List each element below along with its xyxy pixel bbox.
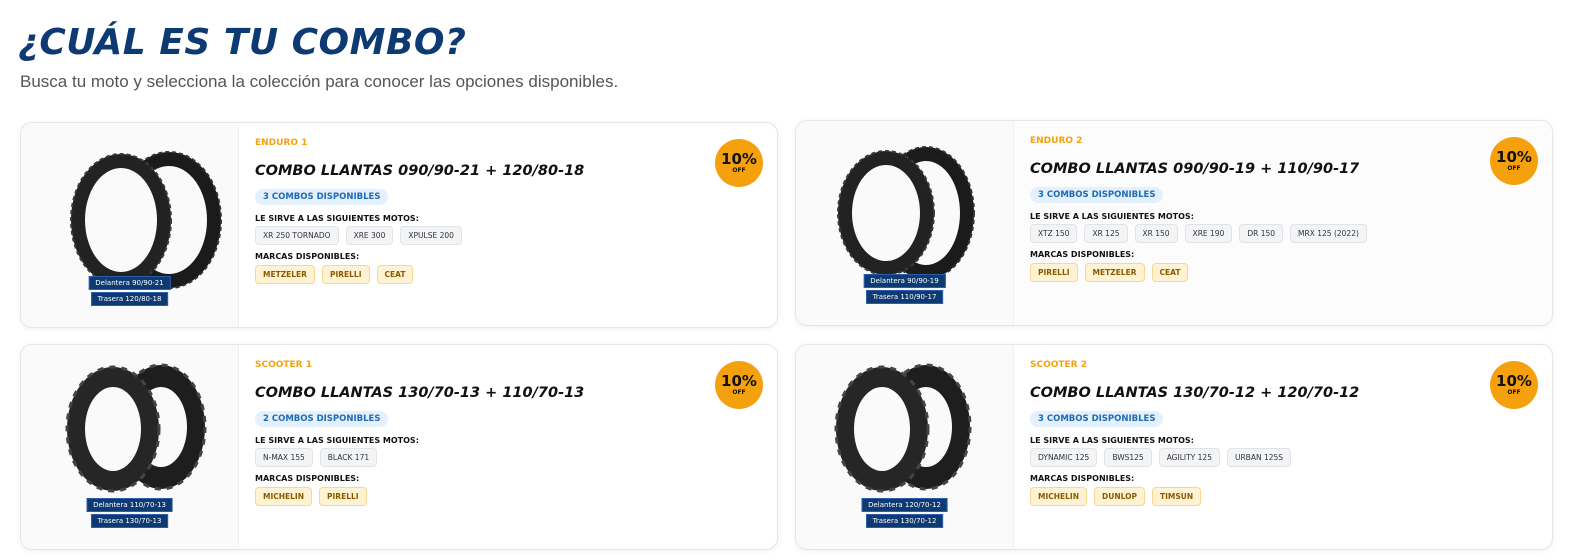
brands-label: MARCAS DISPONIBLES: xyxy=(1030,474,1135,483)
discount-off-label: OFF xyxy=(732,388,746,396)
combo-title[interactable]: COMBO LLANTAS 130/70-13 + 110/70-13 xyxy=(255,385,584,401)
brand-chip: METZELER xyxy=(1084,263,1145,282)
brands-label: MARCAS DISPONIBLES: xyxy=(255,252,360,261)
front-tire-tag: Delantera 110/70-13 xyxy=(86,498,173,512)
collection-label: ENDURO 1 xyxy=(255,138,308,148)
discount-percent: 10% xyxy=(721,149,757,168)
collection-label: SCOOTER 1 xyxy=(255,360,313,370)
front-tire-tag: Delantera 90/90-21 xyxy=(88,276,171,290)
moto-chip: XR 250 TORNADO xyxy=(255,226,339,245)
discount-percent: 10% xyxy=(721,371,757,390)
brand-list: METZELER PIRELLI CEAT xyxy=(255,265,414,284)
discount-badge: 10% OFF xyxy=(715,361,763,409)
rear-tire-tag: Trasera 120/80-18 xyxy=(90,292,169,306)
brand-list: PIRELLI METZELER CEAT xyxy=(1030,263,1189,282)
combo-card-scooter-2[interactable]: Delantera 120/70-12 Trasera 130/70-12 SC… xyxy=(795,344,1553,550)
collection-label: SCOOTER 2 xyxy=(1030,360,1088,370)
moto-chip: XR 150 xyxy=(1134,224,1178,243)
moto-chip: XR 125 xyxy=(1084,224,1128,243)
moto-list: XTZ 150 XR 125 XR 150 XRE 190 DR 150 MRX… xyxy=(1030,224,1367,243)
combo-card-enduro-2[interactable]: Delantera 90/90-19 Trasera 110/90-17 END… xyxy=(795,120,1553,326)
tire-image: Delantera 120/70-12 Trasera 130/70-12 xyxy=(796,345,1014,549)
moto-chip: BWS125 xyxy=(1104,448,1152,467)
available-combos-badge: 3 COMBOS DISPONIBLES xyxy=(1030,187,1164,203)
discount-percent: 10% xyxy=(1496,147,1532,166)
combo-title[interactable]: COMBO LLANTAS 090/90-21 + 120/80-18 xyxy=(255,163,584,179)
moto-list: XR 250 TORNADO XRE 300 XPULSE 200 xyxy=(255,226,462,245)
discount-badge: 10% OFF xyxy=(1490,361,1538,409)
motos-label: LE SIRVE A LAS SIGUIENTES MOTOS: xyxy=(255,436,419,445)
combo-info: SCOOTER 2 COMBO LLANTAS 130/70-12 + 120/… xyxy=(1030,345,1552,549)
collection-label: ENDURO 2 xyxy=(1030,136,1083,146)
discount-off-label: OFF xyxy=(732,166,746,174)
brand-chip: TIMSUN xyxy=(1152,487,1202,506)
brand-chip: PIRELLI xyxy=(319,487,367,506)
brand-list: MICHELIN DUNLOP TIMSUN xyxy=(1030,487,1202,506)
combo-title[interactable]: COMBO LLANTAS 130/70-12 + 120/70-12 xyxy=(1030,385,1359,401)
brand-chip: MICHELIN xyxy=(1030,487,1088,506)
combo-card-scooter-1[interactable]: Delantera 110/70-13 Trasera 130/70-13 SC… xyxy=(20,344,778,550)
front-tire-tag: Delantera 120/70-12 xyxy=(861,498,948,512)
front-tire-tag: Delantera 90/90-19 xyxy=(863,274,946,288)
tire-image: Delantera 110/70-13 Trasera 130/70-13 xyxy=(21,345,239,549)
available-combos-badge: 3 COMBOS DISPONIBLES xyxy=(1030,411,1164,427)
brand-chip: DUNLOP xyxy=(1094,487,1145,506)
brand-chip: CEAT xyxy=(376,265,414,284)
discount-off-label: OFF xyxy=(1507,388,1521,396)
moto-chip: DR 150 xyxy=(1239,224,1284,243)
moto-list: DYNAMIC 125 BWS125 AGILITY 125 URBAN 125… xyxy=(1030,448,1292,467)
page-subtitle: Busca tu moto y selecciona la colección … xyxy=(20,72,619,91)
combo-info: ENDURO 2 COMBO LLANTAS 090/90-19 + 110/9… xyxy=(1030,121,1552,325)
moto-chip: N-MAX 155 xyxy=(255,448,313,467)
moto-chip: XRE 300 xyxy=(345,226,394,245)
page-title: ¿CUÁL ES TU COMBO? xyxy=(18,22,467,63)
motos-label: LE SIRVE A LAS SIGUIENTES MOTOS: xyxy=(1030,436,1194,445)
discount-percent: 10% xyxy=(1496,371,1532,390)
brand-list: MICHELIN PIRELLI xyxy=(255,487,367,506)
discount-badge: 10% OFF xyxy=(1490,137,1538,185)
rear-tire-tag: Trasera 130/70-13 xyxy=(90,514,169,528)
moto-chip: DYNAMIC 125 xyxy=(1030,448,1098,467)
moto-chip: BLACK 171 xyxy=(319,448,378,467)
moto-list: N-MAX 155 BLACK 171 xyxy=(255,448,378,467)
brand-chip: METZELER xyxy=(255,265,315,284)
combo-title[interactable]: COMBO LLANTAS 090/90-19 + 110/90-17 xyxy=(1030,161,1359,177)
rear-tire-tag: Trasera 130/70-12 xyxy=(865,514,944,528)
brand-chip: PIRELLI xyxy=(321,265,370,284)
combo-info: ENDURO 1 COMBO LLANTAS 090/90-21 + 120/8… xyxy=(255,123,777,327)
motos-label: LE SIRVE A LAS SIGUIENTES MOTOS: xyxy=(1030,212,1194,221)
moto-chip: URBAN 125S xyxy=(1226,448,1292,467)
rear-tire-tag: Trasera 110/90-17 xyxy=(865,290,944,304)
available-combos-badge: 3 COMBOS DISPONIBLES xyxy=(255,189,389,205)
moto-chip: XRE 190 xyxy=(1184,224,1233,243)
motos-label: LE SIRVE A LAS SIGUIENTES MOTOS: xyxy=(255,214,419,223)
moto-chip: XTZ 150 xyxy=(1030,224,1078,243)
available-combos-badge: 2 COMBOS DISPONIBLES xyxy=(255,411,389,427)
tire-image: Delantera 90/90-21 Trasera 120/80-18 xyxy=(21,123,239,327)
discount-badge: 10% OFF xyxy=(715,139,763,187)
combo-info: SCOOTER 1 COMBO LLANTAS 130/70-13 + 110/… xyxy=(255,345,777,549)
moto-chip: XPULSE 200 xyxy=(400,226,462,245)
brand-chip: MICHELIN xyxy=(255,487,313,506)
moto-chip: MRX 125 (2022) xyxy=(1290,224,1367,243)
brands-label: MARCAS DISPONIBLES: xyxy=(255,474,360,483)
brand-chip: CEAT xyxy=(1151,263,1189,282)
combo-card-enduro-1[interactable]: Delantera 90/90-21 Trasera 120/80-18 END… xyxy=(20,122,778,328)
brand-chip: PIRELLI xyxy=(1030,263,1078,282)
moto-chip: AGILITY 125 xyxy=(1158,448,1220,467)
discount-off-label: OFF xyxy=(1507,164,1521,172)
tire-image: Delantera 90/90-19 Trasera 110/90-17 xyxy=(796,121,1014,325)
brands-label: MARCAS DISPONIBLES: xyxy=(1030,250,1135,259)
